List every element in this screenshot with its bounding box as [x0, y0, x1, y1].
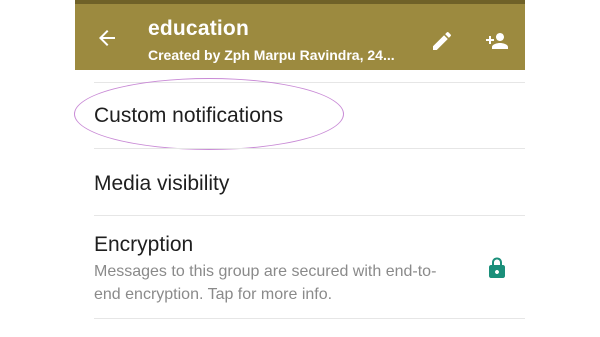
group-info-screen: education Created by Zph Marpu Ravindra,… [74, 0, 525, 337]
lock-icon [489, 257, 505, 278]
divider [94, 318, 525, 319]
group-title: education [148, 17, 249, 40]
person-add-icon[interactable] [483, 29, 511, 53]
group-subtitle: Created by Zph Marpu Ravindra, 24... [148, 47, 395, 63]
encryption-label: Encryption [94, 233, 194, 256]
highlight-ellipse [74, 78, 344, 150]
app-bar: education Created by Zph Marpu Ravindra,… [75, 0, 525, 70]
media-visibility-row[interactable]: Media visibility [75, 149, 525, 215]
encryption-description: Messages to this group are secured with … [94, 263, 437, 303]
arrow-back-icon[interactable] [95, 26, 119, 50]
media-visibility-label: Media visibility [94, 172, 230, 195]
pencil-icon[interactable] [430, 29, 454, 53]
